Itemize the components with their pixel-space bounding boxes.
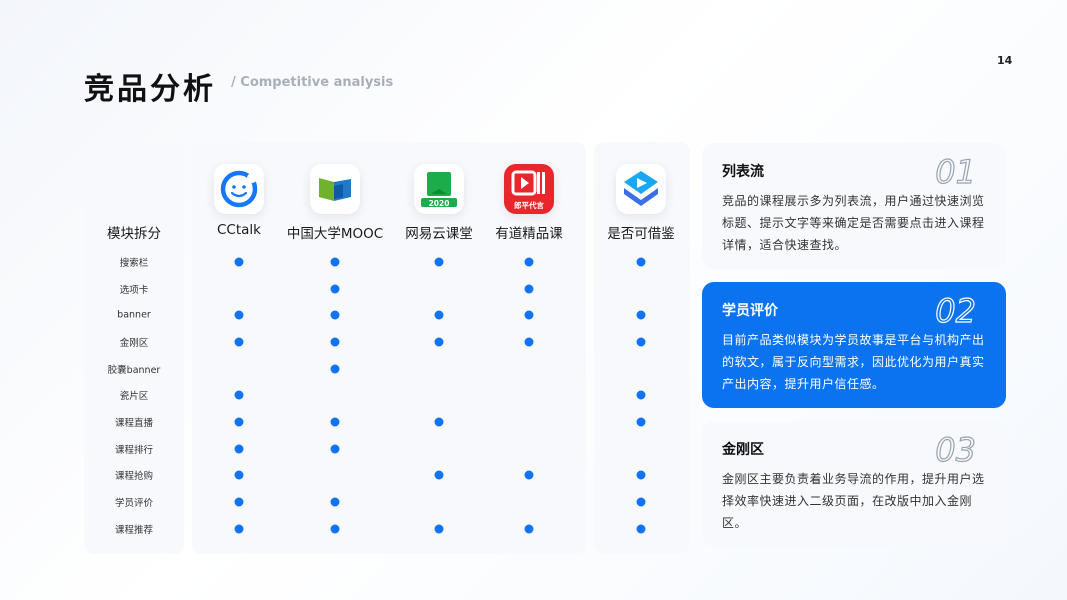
netease-study-icon: 2020	[414, 164, 464, 214]
check-dot	[434, 470, 444, 480]
page-number: 14	[997, 54, 1013, 67]
check-dot	[234, 337, 244, 347]
check-dot	[434, 417, 444, 427]
card-number: 02	[935, 291, 977, 330]
check-dot	[636, 390, 646, 400]
check-dot	[234, 444, 244, 454]
check-dot	[434, 337, 444, 347]
check-dot	[330, 524, 340, 533]
check-dot	[636, 337, 646, 347]
check-dot	[330, 497, 340, 507]
check-dot	[234, 310, 244, 320]
check-dot	[636, 257, 646, 267]
col-head-youdao: 有道精品课	[495, 226, 563, 242]
row-label: 胶囊banner	[107, 364, 161, 376]
check-dot	[330, 364, 340, 374]
card-body: 金刚区主要负责着业务导流的作用，提升用户选择效率快速进入二级页面，在改版中加入金…	[722, 472, 985, 530]
check-dot	[234, 417, 244, 427]
check-dot	[636, 470, 646, 480]
check-dot	[330, 337, 340, 347]
check-dot	[234, 497, 244, 507]
check-dot	[524, 524, 534, 533]
check-dot	[234, 470, 244, 480]
netease-badge: 2020	[428, 199, 450, 208]
row-label: banner	[117, 309, 151, 321]
card-number: 03	[935, 430, 977, 469]
col-head-netease: 网易云课堂	[405, 226, 473, 242]
check-dot	[330, 310, 340, 320]
col-head-mooc: 中国大学MOOC	[286, 226, 384, 242]
check-dot	[434, 257, 444, 267]
youdao-badge: 郎平代言	[514, 201, 544, 210]
check-dot	[636, 417, 646, 427]
card-student-review: 02 学员评价 目前产品类似模块为学员故事是平台与机构产出的软文，属于反向型需求…	[702, 282, 1006, 408]
check-dot	[330, 257, 340, 267]
card-kingkong-area: 03 金刚区 金刚区主要负责着业务导流的作用，提升用户选择效率快速进入二级页面，…	[702, 421, 1006, 547]
check-dot	[524, 310, 534, 320]
page-title: 竞品分析	[84, 72, 216, 107]
check-dot	[434, 310, 444, 320]
row-label: 课程抢购	[114, 471, 153, 483]
row-label: 课程排行	[114, 444, 153, 456]
reference-app-icon	[616, 164, 666, 214]
row-label: 瓷片区	[119, 391, 149, 403]
row-label: 课程直播	[114, 417, 153, 429]
check-dot	[330, 284, 340, 294]
row-label: 金刚区	[119, 337, 149, 349]
youdao-icon: 郎平代言	[504, 164, 554, 214]
check-dot	[636, 524, 646, 533]
row-label: 搜索栏	[119, 258, 149, 269]
col-head-cctalk: CCtalk	[217, 222, 261, 238]
card-body: 竞品的课程展示多为列表流，用户通过快速浏览标题、提示文字等来确定是否需要点击进入…	[722, 194, 985, 252]
check-dot	[524, 284, 534, 294]
check-dot	[330, 417, 340, 427]
cctalk-icon	[214, 164, 264, 214]
card-list-flow: 01 列表流 竞品的课程展示多为列表流，用户通过快速浏览标题、提示文字等来确定是…	[702, 143, 1006, 269]
check-dot	[330, 444, 340, 454]
check-dot	[524, 470, 534, 480]
page-subtitle: / Competitive analysis	[231, 75, 394, 90]
mooc-icon	[310, 164, 360, 214]
row-label: 课程推荐	[114, 524, 153, 536]
check-dot	[434, 524, 444, 533]
col-head-reference: 是否可借鉴	[607, 226, 675, 242]
check-dot	[524, 257, 534, 267]
row-label: 选项卡	[119, 284, 149, 296]
check-dot	[234, 524, 244, 533]
row-label: 学员评价	[114, 497, 153, 509]
check-dot	[636, 310, 646, 320]
check-dot	[524, 337, 534, 347]
check-dot	[234, 257, 244, 267]
check-dot	[234, 390, 244, 400]
check-dot	[636, 497, 646, 507]
card-body: 目前产品类似模块为学员故事是平台与机构产出的软文，属于反向型需求，因此优化为用户…	[722, 333, 985, 391]
row-header: 模块拆分	[107, 226, 161, 242]
card-number: 01	[935, 152, 977, 191]
